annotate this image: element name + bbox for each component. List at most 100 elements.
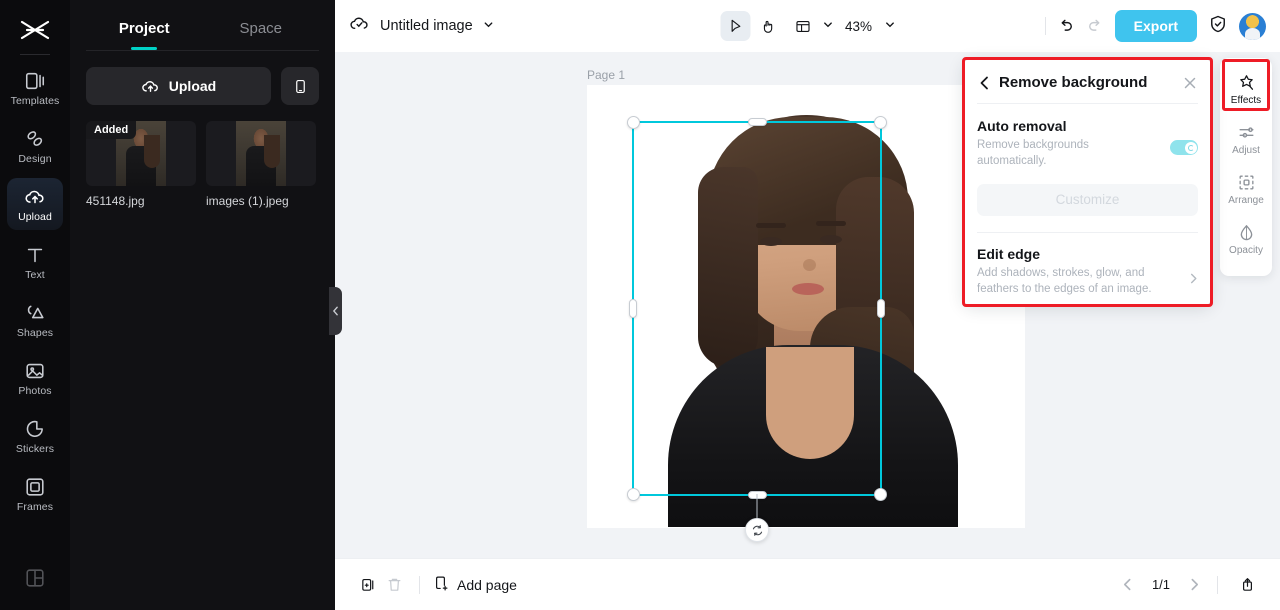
close-icon[interactable]	[1182, 75, 1198, 91]
right-rail-item-opacity[interactable]: Opacity	[1220, 214, 1272, 264]
sidebar-item-label: Shapes	[16, 326, 54, 339]
right-rail-item-label: Effects	[1230, 94, 1262, 106]
upload-button[interactable]: Upload	[86, 67, 271, 105]
sidebar-item-label: Text	[25, 268, 45, 281]
file-thumbnail[interactable]: Added	[86, 121, 196, 186]
chevron-left-icon[interactable]	[977, 75, 993, 91]
sidebar-item-label: Design	[18, 152, 52, 165]
right-rail-item-arrange[interactable]: Arrange	[1220, 164, 1272, 214]
edit-edge-description: Add shadows, strokes, glow, and feathers…	[977, 266, 1152, 295]
sidebar-item-label: Frames	[16, 500, 54, 513]
zoom-level[interactable]: 43%	[845, 19, 872, 34]
panel-collapse-handle[interactable]	[329, 287, 342, 335]
upload-button-label: Upload	[168, 78, 217, 94]
auto-removal-title: Auto removal	[977, 118, 1067, 134]
tab-project[interactable]: Project	[86, 14, 203, 47]
trash-icon[interactable]	[381, 572, 407, 598]
right-rail-item-label: Adjust	[1232, 144, 1260, 156]
app-root: Templates Design Upload Text Shapes Phot…	[0, 0, 1280, 610]
sidebar-item-label: Stickers	[15, 442, 55, 455]
edit-edge-title: Edit edge	[977, 245, 1041, 262]
chevron-down-icon[interactable]	[884, 17, 895, 35]
sidebar-item-frames[interactable]: Frames	[7, 468, 63, 520]
right-rail: Effects Adjust Arrange Opacity	[1220, 58, 1272, 276]
resize-handle-right[interactable]	[877, 299, 885, 318]
redo-icon[interactable]	[1086, 17, 1104, 35]
capcut-logo-icon[interactable]	[18, 12, 52, 48]
auto-removal-section: Auto removal Remove backgrounds automati…	[963, 104, 1212, 174]
chevron-down-icon[interactable]	[822, 17, 833, 35]
sidebar-item-label: Templates	[10, 94, 60, 107]
tab-space[interactable]: Space	[203, 14, 320, 47]
top-toolbar: Untitled image 43% Export	[335, 0, 1280, 52]
export-page-icon[interactable]	[1234, 572, 1260, 598]
add-page-button[interactable]: Add page	[432, 575, 517, 595]
resize-handle-top[interactable]	[747, 118, 767, 126]
bottom-toolbar: Add page 1/1	[335, 558, 1280, 610]
canvas-image[interactable]	[632, 97, 977, 527]
add-page-label: Add page	[457, 576, 517, 593]
resize-handle-bottom[interactable]	[747, 491, 767, 499]
layout-panel-icon[interactable]	[788, 11, 818, 41]
auto-removal-toggle[interactable]	[1170, 140, 1198, 155]
resize-handle-bottom-right[interactable]	[874, 488, 887, 501]
select-cursor-icon[interactable]	[719, 11, 750, 41]
file-name: images (1).jpeg	[206, 194, 289, 208]
page-indicator: 1/1	[1151, 577, 1171, 592]
edit-edge-section[interactable]: Edit edge Add shadows, strokes, glow, an…	[963, 233, 1212, 298]
sidebar-item-label: Photos	[18, 384, 52, 397]
sidebar-item-photos[interactable]: Photos	[7, 352, 63, 404]
right-rail-item-adjust[interactable]: Adjust	[1220, 114, 1272, 164]
panel-header: Remove background	[963, 58, 1212, 103]
page-label: Page 1	[587, 68, 626, 82]
export-button[interactable]: Export	[1114, 10, 1197, 42]
document-title[interactable]: Untitled image	[380, 18, 473, 34]
panel-tabs: Project Space	[70, 0, 335, 47]
undo-icon[interactable]	[1057, 17, 1075, 35]
file-thumbnail[interactable]	[206, 121, 316, 186]
rail-divider	[20, 54, 50, 55]
sidebar-item-shapes[interactable]: Shapes	[7, 294, 63, 346]
sidebar-item-templates[interactable]: Templates	[7, 62, 63, 114]
avatar[interactable]	[1239, 12, 1266, 40]
resize-handle-top-left[interactable]	[627, 116, 640, 129]
divider	[1044, 17, 1046, 35]
chevron-down-icon[interactable]	[483, 17, 494, 35]
resize-handle-bottom-left[interactable]	[627, 488, 640, 501]
sidebar-item-stickers[interactable]: Stickers	[7, 410, 63, 462]
uploaded-files-list: Added 451148.jpg images (1).jpeg	[70, 105, 335, 208]
toolbar-right: Export	[1044, 10, 1266, 42]
right-rail-item-label: Arrange	[1228, 194, 1264, 206]
hand-pan-icon[interactable]	[754, 11, 784, 41]
resize-handle-left[interactable]	[629, 299, 637, 318]
chevron-left-icon[interactable]	[1121, 578, 1134, 591]
cloud-check-icon	[349, 13, 370, 39]
duplicate-page-icon[interactable]	[355, 572, 381, 598]
canvas-page[interactable]	[587, 85, 1025, 528]
right-rail-item-label: Opacity	[1229, 244, 1263, 256]
shield-check-icon[interactable]	[1208, 14, 1228, 39]
list-item[interactable]: images (1).jpeg	[206, 121, 316, 208]
layout-grid-icon[interactable]	[24, 567, 46, 594]
divider	[419, 575, 420, 594]
right-rail-item-effects[interactable]: Effects	[1220, 64, 1272, 114]
list-item[interactable]: Added 451148.jpg	[86, 121, 196, 208]
upload-row: Upload	[70, 51, 335, 105]
add-page-icon	[432, 575, 449, 595]
project-panel: Project Space Upload Added 451148.jpg im…	[70, 0, 335, 610]
sidebar-item-label: Upload	[18, 210, 52, 223]
rotate-icon[interactable]	[745, 518, 769, 542]
left-rail: Templates Design Upload Text Shapes Phot…	[0, 0, 70, 610]
file-name: 451148.jpg	[86, 194, 145, 208]
chevron-right-icon[interactable]	[1188, 271, 1199, 284]
sidebar-item-upload[interactable]: Upload	[7, 178, 63, 230]
sidebar-item-design[interactable]: Design	[7, 120, 63, 172]
resize-handle-top-right[interactable]	[874, 116, 887, 129]
divider	[1217, 575, 1218, 594]
status-badge: Added	[86, 121, 137, 139]
chevron-right-icon[interactable]	[1188, 578, 1201, 591]
mobile-phone-icon[interactable]	[281, 67, 319, 105]
toolbar-center: 43%	[719, 11, 895, 41]
sidebar-item-text[interactable]: Text	[7, 236, 63, 288]
customize-button[interactable]: Customize	[977, 183, 1198, 216]
